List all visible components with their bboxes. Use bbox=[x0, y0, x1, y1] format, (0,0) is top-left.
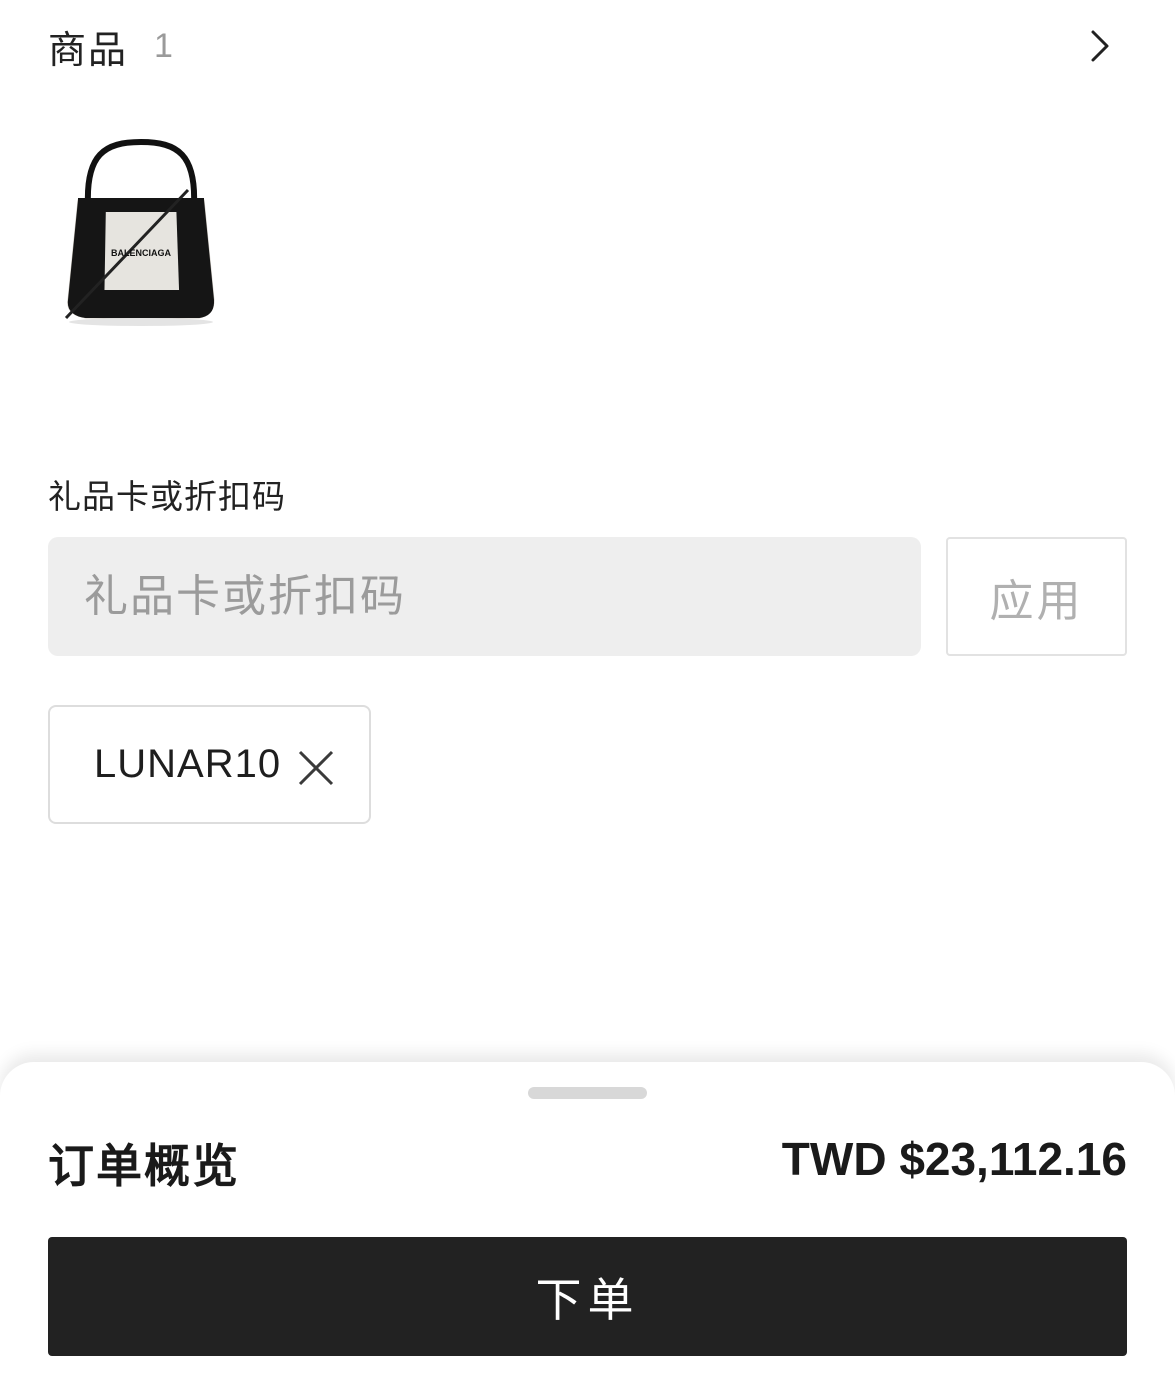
product-thumbnail[interactable]: BALENCIAGA bbox=[56, 130, 226, 330]
place-order-button[interactable]: 下单 bbox=[48, 1237, 1127, 1356]
apply-button[interactable]: 应用 bbox=[946, 537, 1127, 656]
promo-code-label: LUNAR10 bbox=[94, 742, 282, 786]
close-icon[interactable] bbox=[298, 750, 334, 786]
applied-promo-chip: LUNAR10 bbox=[48, 705, 371, 824]
chevron-right-icon[interactable] bbox=[1085, 26, 1115, 66]
order-summary-sheet: 订单概览 TWD $23,112.16 下单 bbox=[0, 1062, 1175, 1393]
gift-card-label: 礼品卡或折扣码 bbox=[48, 477, 286, 516]
gift-card-input[interactable] bbox=[48, 537, 921, 656]
order-total: TWD $23,112.16 bbox=[781, 1133, 1127, 1185]
sheet-drag-handle[interactable] bbox=[528, 1087, 647, 1099]
product-brand-print: BALENCIAGA bbox=[111, 248, 171, 258]
items-title: 商品 bbox=[48, 27, 129, 72]
items-count: 1 bbox=[154, 26, 173, 65]
order-summary-title: 订单概览 bbox=[48, 1139, 240, 1193]
items-header[interactable]: 商品 1 bbox=[48, 18, 1127, 74]
